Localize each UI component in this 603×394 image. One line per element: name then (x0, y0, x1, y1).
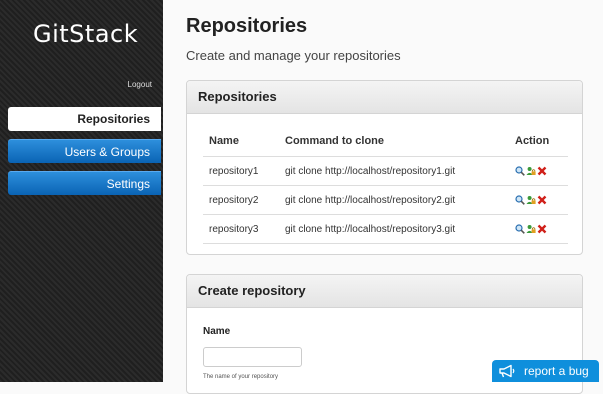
app-logo: GitStack (33, 20, 139, 48)
report-bug-label: report a bug (524, 364, 589, 378)
create-repository-panel-title: Create repository (187, 275, 582, 308)
page-subtitle: Create and manage your repositories (186, 48, 401, 63)
delete-x-icon[interactable] (537, 195, 547, 205)
sidebar: GitStack Logout Repositories Users & Gro… (0, 0, 163, 382)
repo-name: repository3 (203, 214, 279, 244)
repo-name: repository2 (203, 185, 279, 215)
row-actions (509, 156, 568, 186)
column-header-name: Name (203, 126, 279, 157)
clone-command: git clone http://localhost/repository2.g… (279, 185, 509, 215)
repositories-panel: Repositories Name Command to clone Actio… (186, 80, 583, 255)
user-lock-icon[interactable] (526, 166, 536, 176)
repositories-panel-title: Repositories (187, 81, 582, 114)
page-title: Repositories (186, 15, 308, 37)
report-bug-button[interactable]: report a bug (492, 360, 599, 382)
column-header-command: Command to clone (279, 126, 509, 157)
repositories-table: Name Command to clone Action repository1… (203, 126, 568, 244)
magnifier-icon[interactable] (515, 195, 525, 205)
delete-x-icon[interactable] (537, 166, 547, 176)
repository-name-input[interactable] (203, 347, 302, 367)
row-actions (509, 214, 568, 244)
user-lock-icon[interactable] (526, 195, 536, 205)
table-row: repository1 git clone http://localhost/r… (203, 156, 568, 186)
sidebar-item-users-groups[interactable]: Users & Groups (8, 139, 161, 163)
table-row: repository2 git clone http://localhost/r… (203, 185, 568, 215)
sidebar-item-repositories[interactable]: Repositories (8, 107, 161, 131)
clone-command: git clone http://localhost/repository3.g… (279, 214, 509, 244)
clone-command: git clone http://localhost/repository1.g… (279, 156, 509, 186)
delete-x-icon[interactable] (537, 224, 547, 234)
name-field-label: Name (203, 326, 231, 337)
column-header-action: Action (509, 126, 568, 157)
logout-link[interactable]: Logout (128, 80, 152, 89)
magnifier-icon[interactable] (515, 166, 525, 176)
user-lock-icon[interactable] (526, 224, 536, 234)
table-row: repository3 git clone http://localhost/r… (203, 214, 568, 244)
magnifier-icon[interactable] (515, 224, 525, 234)
repo-name: repository1 (203, 156, 279, 186)
sidebar-item-settings[interactable]: Settings (8, 171, 161, 195)
name-help-text: The name of your repository (203, 374, 279, 380)
megaphone-icon (499, 364, 515, 378)
table-header-row: Name Command to clone Action (203, 126, 568, 157)
row-actions (509, 185, 568, 215)
